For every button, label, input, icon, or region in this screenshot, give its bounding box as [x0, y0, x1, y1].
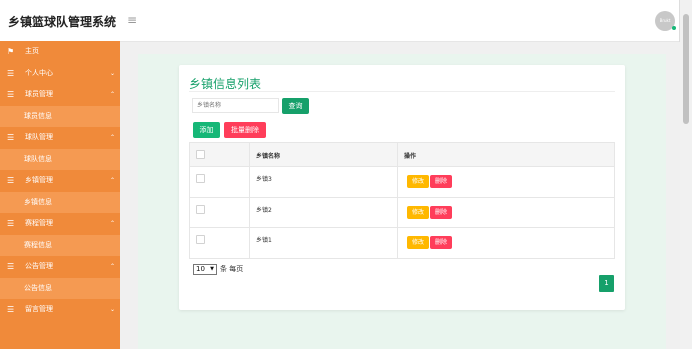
edit-button[interactable]: 修改: [407, 236, 429, 249]
sidebar-item-team-info[interactable]: 球队信息: [0, 148, 120, 170]
row-actions-cell: 修改 删除: [398, 198, 614, 228]
sidebar-item-township-management[interactable]: ☰ 乡镇管理 ⌃: [0, 170, 120, 192]
row-check-cell: [190, 228, 250, 258]
edit-button[interactable]: 修改: [407, 205, 429, 219]
sidebar-item-label: 留言管理: [25, 305, 53, 313]
sidebar-item-schedule-info[interactable]: 赛程信息: [0, 234, 120, 256]
row-actions-cell: 修改 删除: [398, 167, 614, 197]
list-icon: ☰: [7, 305, 15, 314]
sidebar-item-label: 个人中心: [25, 68, 53, 77]
top-bar: 乡镇篮球队管理系统 ≡ Brukt: [0, 0, 680, 42]
list-icon: ☰: [7, 176, 15, 185]
add-button[interactable]: 添加: [193, 122, 220, 138]
page-title: 乡镇信息列表: [189, 77, 262, 91]
select-all-checkbox[interactable]: [196, 150, 205, 159]
page-size-label: 条 每页: [220, 265, 244, 273]
list-icon: ☰: [7, 90, 15, 99]
page-size-value: 10: [196, 265, 205, 273]
header-check-cell: [190, 143, 250, 166]
avatar[interactable]: Brukt: [655, 11, 676, 31]
row-checkbox[interactable]: [196, 174, 205, 183]
list-icon: ☰: [7, 262, 15, 271]
delete-button[interactable]: 删除: [430, 205, 452, 219]
township-name: 乡镇2: [256, 206, 272, 214]
page-number-button[interactable]: 1: [599, 275, 614, 292]
list-icon: ☰: [7, 68, 15, 78]
sidebar-item-label: 乡镇管理: [25, 176, 53, 184]
search-button[interactable]: 查询: [282, 98, 309, 114]
sidebar-item-label: 主页: [25, 47, 39, 55]
sidebar-item-township-info[interactable]: 乡镇信息: [0, 191, 120, 213]
avatar-text: Brukt: [659, 18, 671, 23]
sidebar-item-player-management[interactable]: ☰ 球员管理 ⌃: [0, 84, 120, 106]
hamburger-icon[interactable]: ≡: [127, 13, 137, 27]
table-row: 乡镇3 修改 删除: [190, 167, 614, 198]
column-header-name: 乡镇名称: [256, 153, 281, 160]
chevron-down-icon: ⌄: [110, 306, 116, 313]
township-list-card: 乡镇信息列表 查询 添加 批量删除 乡镇名称 操作 乡镇3 修改 删除: [179, 65, 625, 310]
title-divider: [189, 91, 615, 92]
township-name: 乡镇1: [256, 237, 272, 244]
row-checkbox[interactable]: [196, 235, 205, 244]
table-header: 乡镇名称 操作: [190, 143, 614, 167]
sidebar: ⚑ 主页 ☰ 个人中心 ⌄ ☰ 球员管理 ⌃ 球员信息 ☰ 球队管理 ⌃ 球队信…: [0, 41, 120, 349]
app-title: 乡镇篮球队管理系统: [8, 15, 117, 29]
flag-icon: ⚑: [7, 47, 15, 56]
township-name: 乡镇3: [256, 176, 272, 183]
row-name-cell: 乡镇2: [250, 197, 398, 227]
sidebar-item-team-management[interactable]: ☰ 球队管理 ⌃: [0, 127, 120, 149]
sidebar-item-label: 赛程管理: [25, 219, 53, 227]
row-check-cell: [190, 197, 250, 227]
scrollbar-thumb[interactable]: [683, 14, 689, 124]
delete-button[interactable]: 删除: [430, 236, 452, 249]
page-size-select[interactable]: 10 ▼: [193, 264, 217, 275]
row-name-cell: 乡镇3: [250, 167, 398, 197]
online-status-dot: [672, 26, 676, 30]
delete-button[interactable]: 删除: [430, 175, 452, 188]
sidebar-item-label: 球队管理: [25, 133, 53, 141]
chevron-up-icon: ⌃: [110, 220, 116, 227]
header-name-cell: 乡镇名称: [250, 143, 398, 166]
header-actions-cell: 操作: [398, 143, 614, 166]
sidebar-item-label: 球员管理: [25, 90, 53, 98]
sidebar-item-notice-management[interactable]: ☰ 公告管理 ⌃: [0, 256, 120, 278]
chevron-up-icon: ⌃: [110, 263, 116, 270]
row-checkbox[interactable]: [196, 204, 205, 214]
chevron-up-icon: ⌃: [110, 134, 116, 141]
search-input[interactable]: [192, 98, 279, 113]
sidebar-item-message-management[interactable]: ☰ 留言管理 ⌄: [0, 299, 120, 321]
chevron-up-icon: ⌃: [110, 91, 116, 98]
sidebar-item-notice-info[interactable]: 公告信息: [0, 277, 120, 299]
sidebar-item-personal-center[interactable]: ☰ 个人中心 ⌄: [0, 62, 120, 84]
table-row: 乡镇1 修改 删除: [190, 228, 614, 258]
row-name-cell: 乡镇1: [250, 228, 398, 258]
chevron-down-icon: ⌄: [110, 69, 116, 77]
table-row: 乡镇2 修改 删除: [190, 197, 614, 228]
sidebar-item-home[interactable]: ⚑ 主页: [0, 41, 120, 63]
township-table: 乡镇名称 操作 乡镇3 修改 删除 乡镇2 修改 删除 乡镇1 修改 删除: [189, 142, 615, 259]
sidebar-item-label: 公告管理: [25, 262, 53, 270]
sidebar-item-player-info[interactable]: 球员信息: [0, 105, 120, 127]
column-header-actions: 操作: [404, 153, 417, 160]
batch-delete-button[interactable]: 批量删除: [224, 122, 266, 138]
row-check-cell: [190, 167, 250, 197]
list-icon: ☰: [7, 133, 15, 142]
chevron-down-icon: ▼: [210, 266, 214, 272]
sidebar-item-schedule-management[interactable]: ☰ 赛程管理 ⌃: [0, 213, 120, 235]
row-actions-cell: 修改 删除: [398, 228, 614, 258]
list-icon: ☰: [7, 219, 15, 228]
chevron-up-icon: ⌃: [110, 177, 116, 184]
edit-button[interactable]: 修改: [407, 175, 429, 188]
vertical-scrollbar[interactable]: [679, 0, 692, 349]
